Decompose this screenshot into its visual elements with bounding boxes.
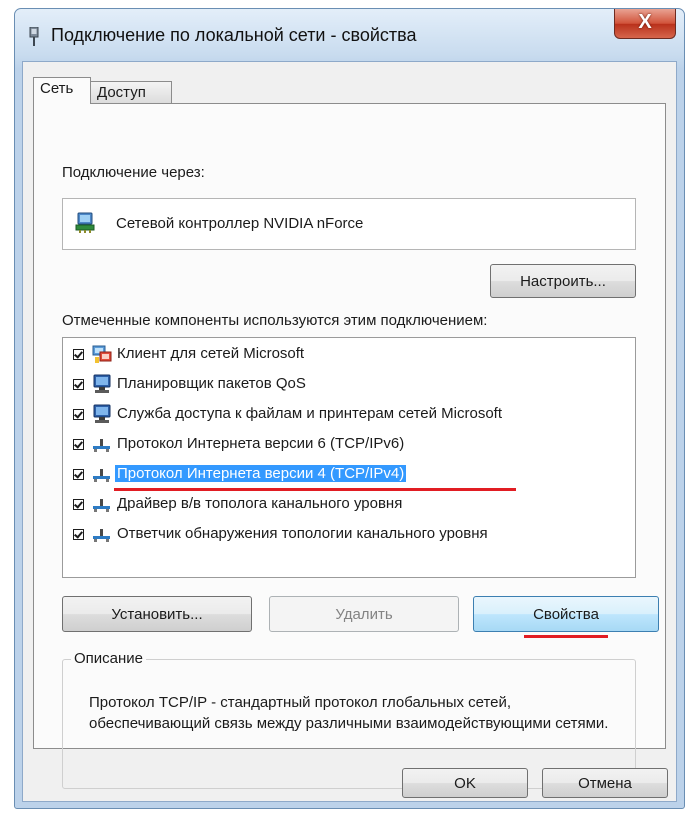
- tab-panel-network: Подключение через: Сетевой контроллер NV…: [33, 103, 666, 789]
- list-item-ms-client[interactable]: Клиент для сетей Microsoft: [63, 340, 633, 370]
- window-title: Подключение по локальной сети - свойства: [51, 25, 417, 45]
- list-item-label: Протокол Интернета версии 6 (TCP/IPv6): [117, 435, 405, 452]
- install-button[interactable]: Установить...: [62, 596, 252, 632]
- list-item-label: Планировщик пакетов QoS: [117, 375, 306, 392]
- checkbox[interactable]: [73, 469, 84, 480]
- adapter-name: Сетевой контроллер NVIDIA nForce: [116, 215, 364, 232]
- install-button-label: Установить...: [111, 606, 203, 623]
- network-client-icon: [92, 345, 112, 363]
- adapter-field: Сетевой контроллер NVIDIA nForce: [62, 198, 636, 250]
- tab-network[interactable]: Сеть: [33, 77, 91, 104]
- uninstall-button-label: Удалить: [335, 606, 393, 623]
- dialog-client-area: Сеть Доступ Подключение через: Сетевой к…: [22, 61, 677, 802]
- list-item-lltd-responder[interactable]: Ответчик обнаружения топологии канальног…: [63, 520, 633, 550]
- close-button[interactable]: X: [614, 9, 676, 39]
- configure-button-label: Настроить...: [520, 273, 606, 290]
- description-legend: Описание: [71, 650, 147, 667]
- list-item-ipv6[interactable]: Протокол Интернета версии 6 (TCP/IPv6): [63, 430, 633, 460]
- components-label: Отмеченные компоненты используются этим …: [62, 312, 488, 329]
- ok-button[interactable]: OK: [402, 768, 528, 798]
- configure-button[interactable]: Настроить...: [490, 264, 636, 298]
- components-list[interactable]: Клиент для сетей Microsoft Планировщик п…: [62, 337, 636, 578]
- close-icon: X: [638, 11, 652, 33]
- properties-button[interactable]: Свойства: [473, 596, 659, 632]
- network-adapter-icon: [29, 27, 39, 46]
- annotation-underline: [524, 635, 608, 638]
- protocol-icon: [93, 469, 110, 482]
- checkbox[interactable]: [73, 409, 84, 420]
- list-item-ipv4[interactable]: Протокол Интернета версии 4 (TCP/IPv4): [63, 460, 633, 490]
- list-item-qos[interactable]: Планировщик пакетов QoS: [63, 370, 633, 400]
- list-item-label: Ответчик обнаружения топологии канальног…: [117, 525, 488, 542]
- description-text: Протокол TCP/IP - стандартный протокол г…: [89, 694, 609, 732]
- checkbox[interactable]: [73, 379, 84, 390]
- uninstall-button[interactable]: Удалить: [269, 596, 459, 632]
- computer-service-icon: [93, 374, 111, 393]
- title-bar[interactable]: Подключение по локальной сети - свойства…: [15, 9, 684, 61]
- protocol-icon: [93, 529, 110, 542]
- checkbox[interactable]: [73, 499, 84, 510]
- tab-sharing[interactable]: Доступ: [90, 81, 172, 103]
- annotation-underline: [114, 488, 516, 491]
- list-item-label: Драйвер в/в тополога канального уровня: [117, 495, 403, 512]
- protocol-icon: [93, 499, 110, 512]
- ok-button-label: OK: [454, 775, 476, 792]
- connect-via-label: Подключение через:: [62, 164, 205, 181]
- checkbox[interactable]: [73, 349, 84, 360]
- list-item-label: Протокол Интернета версии 4 (TCP/IPv4): [115, 465, 407, 482]
- list-item-file-sharing[interactable]: Служба доступа к файлам и принтерам сете…: [63, 400, 633, 430]
- checkbox[interactable]: [73, 529, 84, 540]
- list-item-lltd-io[interactable]: Драйвер в/в тополога канального уровня: [63, 490, 633, 520]
- list-item-label: Клиент для сетей Microsoft: [117, 345, 305, 362]
- cancel-button[interactable]: Отмена: [542, 768, 668, 798]
- list-item-label: Служба доступа к файлам и принтерам сете…: [117, 405, 503, 422]
- network-adapter-icon: [75, 212, 95, 233]
- checkbox[interactable]: [73, 439, 84, 450]
- cancel-button-label: Отмена: [578, 775, 632, 792]
- computer-service-icon: [93, 404, 111, 423]
- properties-button-label: Свойства: [533, 606, 599, 623]
- properties-dialog: Подключение по локальной сети - свойства…: [14, 8, 685, 809]
- protocol-icon: [93, 439, 110, 452]
